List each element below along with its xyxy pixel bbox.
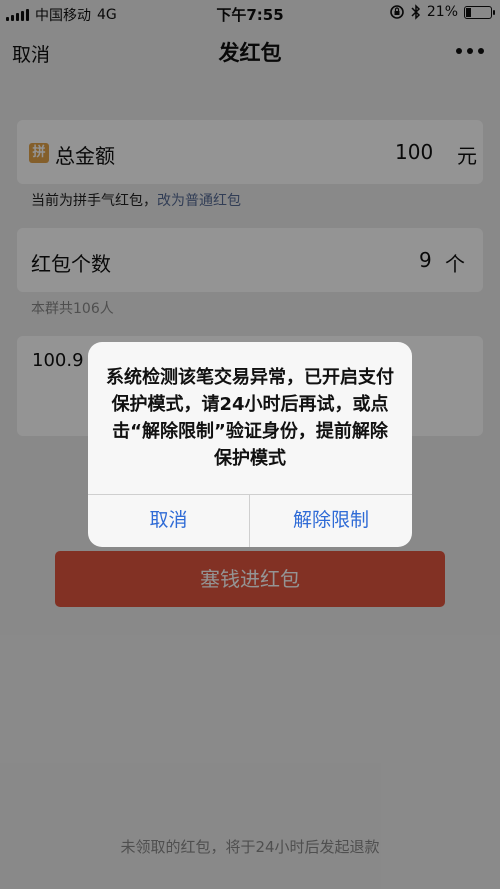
dialog-cancel-button[interactable]: 取消 <box>88 494 249 547</box>
alert-dialog: 系统检测该笔交易异常，已开启支付保护模式，请24小时后再试，或点击“解除限制”验… <box>88 342 412 547</box>
dialog-message: 系统检测该笔交易异常，已开启支付保护模式，请24小时后再试，或点击“解除限制”验… <box>106 367 394 469</box>
dialog-unlock-button[interactable]: 解除限制 <box>250 494 412 547</box>
